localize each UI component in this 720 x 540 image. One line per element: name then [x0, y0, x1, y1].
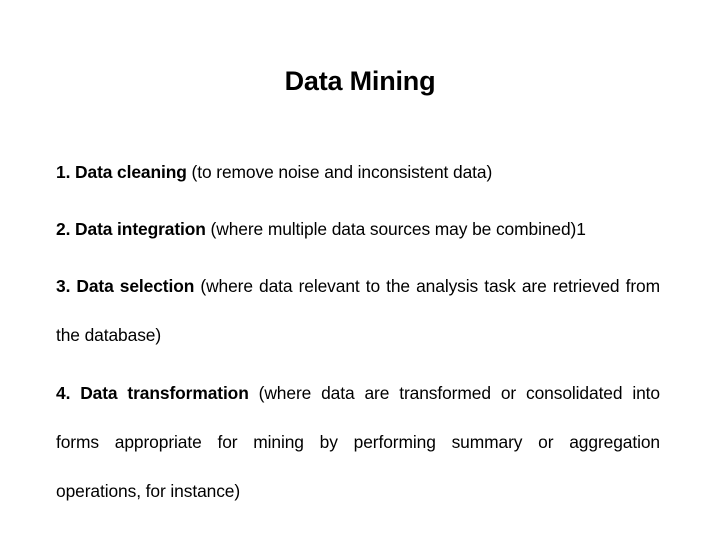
list-item-tail: 1 [576, 219, 586, 239]
list-item-lead: 1. Data cleaning [56, 162, 187, 182]
list-item: 4. Data transformation (where data are t… [56, 369, 660, 516]
list-item: 2. Data integration (where multiple data… [56, 205, 660, 254]
list-item-lead: 3. Data selection [56, 276, 195, 296]
list-item-lead: 2. Data integration [56, 219, 206, 239]
list-item: 1. Data cleaning (to remove noise and in… [56, 148, 660, 197]
list-item-rest: (to remove noise and inconsistent data) [186, 162, 493, 182]
list-item: 3. Data selection (where data relevant t… [56, 262, 660, 360]
slide-body: 1. Data cleaning (to remove noise and in… [56, 148, 660, 516]
page-title: Data Mining [284, 66, 436, 96]
list-item-lead: 4. Data transformation [56, 383, 249, 403]
slide-canvas: Data Mining 1. Data cleaning (to remove … [0, 0, 720, 540]
list-item-rest: (where multiple data sources may be comb… [205, 219, 577, 239]
